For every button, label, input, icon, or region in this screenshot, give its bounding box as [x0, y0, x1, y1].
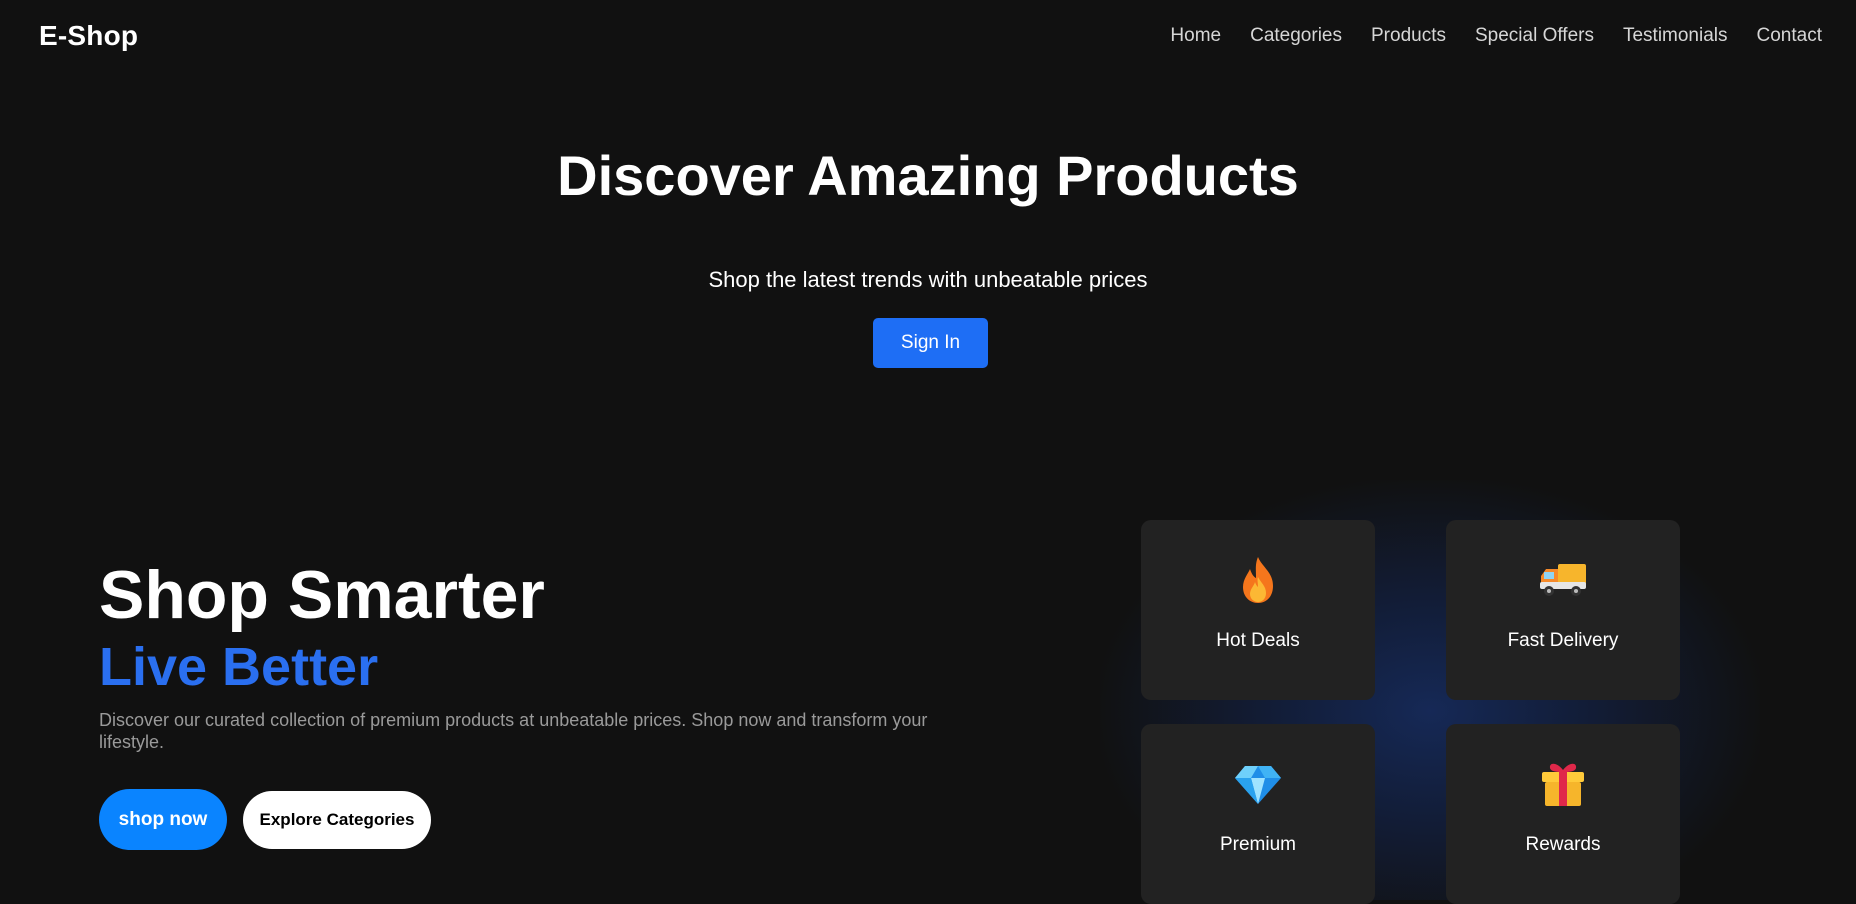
promo-tagline: Live Better [99, 637, 379, 697]
hero-subtitle: Shop the latest trends with unbeatable p… [708, 267, 1148, 292]
promo-title: Shop Smarter [99, 557, 545, 633]
nav-link-products[interactable]: Products [1371, 25, 1446, 47]
feature-label: Hot Deals [1216, 630, 1300, 651]
delivery-truck-icon [1537, 554, 1589, 606]
explore-categories-button[interactable]: Explore Categories [243, 790, 431, 849]
hero-title: Discover Amazing Products [557, 144, 1299, 207]
feature-card-rewards[interactable]: Rewards [1446, 724, 1680, 904]
feature-label: Fast Delivery [1507, 630, 1619, 651]
nav-link-testimonials[interactable]: Testimonials [1623, 25, 1728, 47]
nav-link-home[interactable]: Home [1170, 25, 1221, 47]
sign-in-button[interactable]: Sign In [873, 318, 988, 368]
brand-logo[interactable]: E-Shop [39, 20, 138, 52]
promo-text: Shop Smarter Live Better Discover our cu… [99, 555, 999, 753]
feature-card-premium[interactable]: Premium [1141, 724, 1375, 904]
nav-link-contact[interactable]: Contact [1757, 25, 1822, 47]
nav-links: Home Categories Products Special Offers … [1170, 25, 1822, 47]
nav-link-categories[interactable]: Categories [1250, 25, 1342, 47]
fire-icon [1232, 554, 1284, 606]
feature-label: Rewards [1525, 834, 1601, 855]
feature-card-hot-deals[interactable]: Hot Deals [1141, 520, 1375, 700]
feature-card-fast-delivery[interactable]: Fast Delivery [1446, 520, 1680, 700]
shop-now-button[interactable]: shop now [99, 789, 227, 850]
nav-link-special-offers[interactable]: Special Offers [1475, 25, 1594, 47]
top-navbar: E-Shop Home Categories Products Special … [0, 0, 1856, 72]
feature-label: Premium [1219, 834, 1296, 855]
promo-description: Discover our curated collection of premi… [99, 710, 928, 752]
gift-icon [1537, 758, 1589, 810]
diamond-icon [1232, 758, 1284, 810]
promo-actions: shop now Explore Categories [99, 789, 431, 850]
